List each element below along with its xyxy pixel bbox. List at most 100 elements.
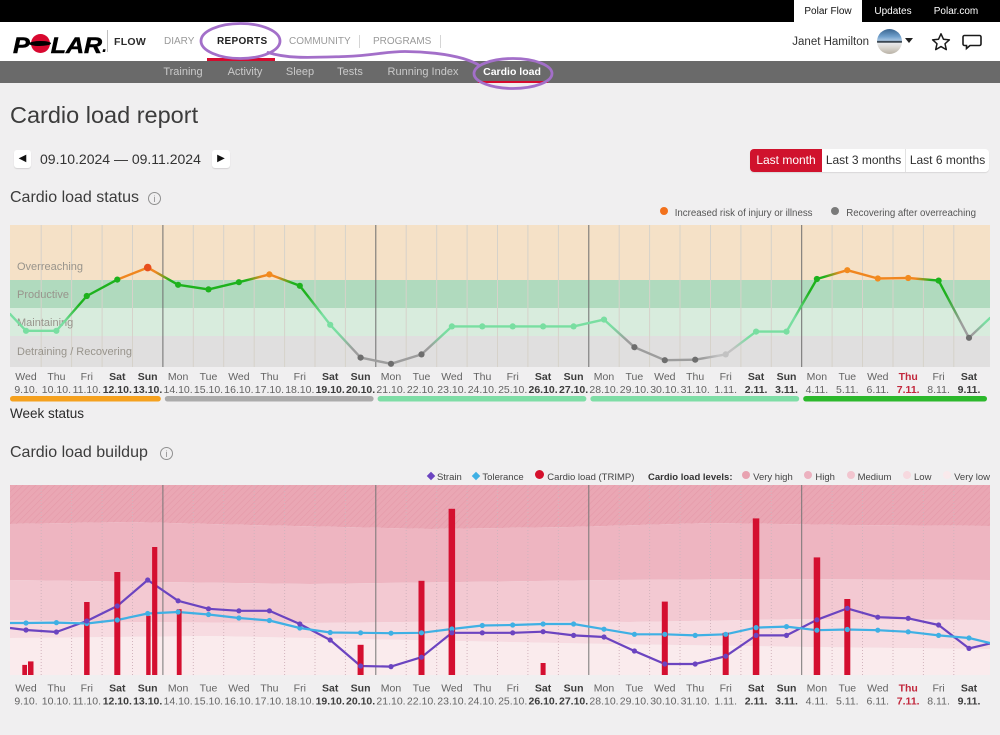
svg-text:Wed: Wed	[441, 683, 463, 695]
svg-text:Overreaching: Overreaching	[17, 261, 83, 273]
svg-text:3.11.: 3.11.	[775, 384, 798, 396]
svg-text:Wed: Wed	[867, 371, 889, 383]
svg-text:23.10.: 23.10.	[437, 696, 466, 708]
svg-text:9.10.: 9.10.	[14, 384, 37, 396]
svg-text:Wed: Wed	[15, 683, 37, 695]
svg-text:Wed: Wed	[228, 683, 250, 695]
svg-text:Fri: Fri	[507, 371, 519, 383]
svg-text:Thu: Thu	[260, 683, 278, 695]
svg-text:22.10.: 22.10.	[407, 384, 436, 396]
svg-text:Wed: Wed	[867, 683, 889, 695]
svg-text:Sat: Sat	[109, 683, 126, 695]
svg-text:Thu: Thu	[899, 683, 918, 695]
svg-text:30.10.: 30.10.	[650, 696, 679, 708]
svg-text:Fri: Fri	[932, 683, 944, 695]
svg-text:Wed: Wed	[654, 371, 676, 383]
svg-text:Tue: Tue	[626, 683, 644, 695]
svg-text:11.10.: 11.10.	[73, 696, 101, 708]
svg-text:31.10.: 31.10.	[681, 384, 710, 396]
svg-text:Sat: Sat	[535, 683, 552, 695]
svg-text:Wed: Wed	[228, 371, 250, 383]
svg-text:28.10.: 28.10.	[589, 696, 618, 708]
svg-text:15.10.: 15.10.	[194, 696, 223, 708]
svg-text:Sun: Sun	[138, 371, 158, 383]
svg-text:Fri: Fri	[81, 683, 93, 695]
svg-text:Tue: Tue	[200, 371, 218, 383]
svg-text:Sat: Sat	[961, 683, 978, 695]
svg-text:17.10.: 17.10.	[255, 696, 284, 708]
svg-text:21.10.: 21.10.	[376, 696, 405, 708]
svg-text:24.10.: 24.10.	[468, 696, 497, 708]
svg-text:21.10.: 21.10.	[376, 384, 405, 396]
svg-text:18.10.: 18.10.	[285, 384, 314, 396]
svg-text:22.10.: 22.10.	[407, 696, 436, 708]
svg-text:26.10.: 26.10.	[528, 384, 557, 396]
svg-text:Tue: Tue	[413, 683, 431, 695]
svg-text:29.10.: 29.10.	[620, 384, 649, 396]
svg-text:25.10.: 25.10.	[498, 384, 527, 396]
svg-text:Mon: Mon	[807, 371, 828, 383]
svg-text:Tue: Tue	[413, 371, 431, 383]
svg-text:Fri: Fri	[932, 371, 944, 383]
svg-text:Mon: Mon	[168, 371, 189, 383]
svg-text:Tue: Tue	[838, 371, 856, 383]
svg-text:3.11.: 3.11.	[775, 696, 798, 708]
svg-text:15.10.: 15.10.	[194, 384, 223, 396]
svg-text:9.11.: 9.11.	[958, 696, 981, 708]
svg-text:Sat: Sat	[961, 371, 978, 383]
svg-text:Fri: Fri	[81, 371, 93, 383]
svg-text:Thu: Thu	[47, 683, 65, 695]
svg-text:Tue: Tue	[200, 683, 218, 695]
svg-text:Week status: Week status	[10, 406, 84, 421]
svg-text:19.10.: 19.10.	[316, 696, 345, 708]
svg-text:29.10.: 29.10.	[620, 696, 649, 708]
svg-text:Mon: Mon	[381, 371, 402, 383]
svg-text:Sun: Sun	[564, 371, 584, 383]
svg-text:Thu: Thu	[686, 371, 704, 383]
svg-text:20.10.: 20.10.	[346, 696, 375, 708]
svg-text:Sun: Sun	[777, 371, 797, 383]
svg-text:Sat: Sat	[109, 371, 126, 383]
svg-text:2.11.: 2.11.	[745, 696, 768, 708]
svg-text:Sat: Sat	[322, 683, 339, 695]
svg-text:Tue: Tue	[838, 683, 856, 695]
svg-text:Sun: Sun	[351, 683, 371, 695]
svg-text:Tue: Tue	[626, 371, 644, 383]
svg-text:19.10.: 19.10.	[316, 384, 345, 396]
svg-text:14.10.: 14.10.	[163, 696, 192, 708]
svg-text:Thu: Thu	[473, 371, 491, 383]
svg-text:13.10.: 13.10.	[133, 696, 162, 708]
svg-text:16.10.: 16.10.	[224, 696, 253, 708]
svg-text:Mon: Mon	[168, 683, 189, 695]
svg-text:6.11.: 6.11.	[867, 384, 890, 396]
svg-text:Sat: Sat	[748, 371, 765, 383]
svg-text:Wed: Wed	[441, 371, 463, 383]
svg-text:8.11.: 8.11.	[927, 696, 950, 708]
svg-text:Thu: Thu	[899, 371, 918, 383]
svg-text:Fri: Fri	[720, 371, 732, 383]
svg-text:Thu: Thu	[473, 683, 491, 695]
svg-text:Sun: Sun	[351, 371, 371, 383]
svg-text:Thu: Thu	[260, 371, 278, 383]
svg-text:Sun: Sun	[138, 683, 158, 695]
svg-text:Sun: Sun	[564, 683, 584, 695]
svg-text:Mon: Mon	[594, 371, 615, 383]
svg-text:10.10.: 10.10.	[42, 696, 71, 708]
svg-text:2.11.: 2.11.	[745, 384, 768, 396]
svg-text:30.10.: 30.10.	[650, 384, 679, 396]
svg-text:Productive: Productive	[17, 289, 69, 301]
svg-text:Detraining / Recovering: Detraining / Recovering	[17, 346, 132, 358]
svg-text:4.11.: 4.11.	[806, 696, 829, 708]
svg-text:27.10.: 27.10.	[559, 696, 588, 708]
svg-text:31.10.: 31.10.	[681, 696, 710, 708]
svg-text:8.11.: 8.11.	[927, 384, 950, 396]
svg-text:Thu: Thu	[686, 683, 704, 695]
svg-text:Sat: Sat	[748, 683, 765, 695]
svg-text:Wed: Wed	[15, 371, 37, 383]
svg-text:6.11.: 6.11.	[867, 696, 890, 708]
svg-text:Sat: Sat	[322, 371, 339, 383]
svg-text:11.10.: 11.10.	[73, 384, 101, 396]
svg-text:26.10.: 26.10.	[528, 696, 557, 708]
svg-text:24.10.: 24.10.	[468, 384, 497, 396]
svg-text:Mon: Mon	[594, 683, 615, 695]
